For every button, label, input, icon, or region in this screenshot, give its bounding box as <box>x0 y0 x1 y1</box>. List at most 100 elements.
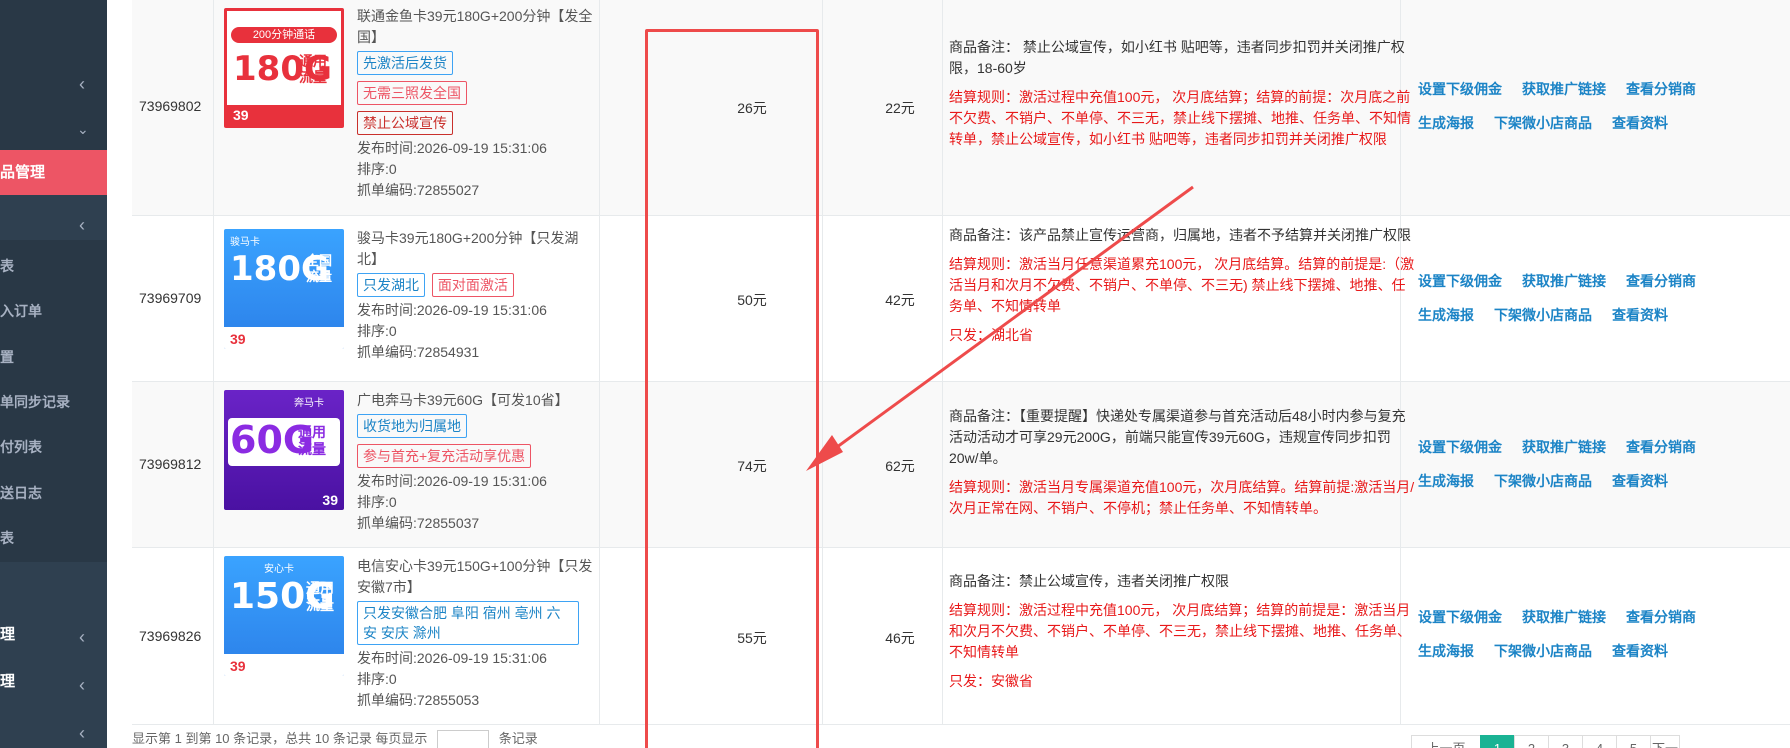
make-poster-link[interactable]: 生成海报 <box>1418 307 1474 323</box>
grab-code: 抓单编码:72855037 <box>357 515 480 531</box>
product-info: 骏马卡39元180G+200分钟【只发湖北】 只发湖北 面对面激活 发布时间:2… <box>357 228 597 363</box>
product-tag: 参与首充+复充活动享优惠 <box>357 444 532 468</box>
set-commission-link[interactable]: 设置下级佣金 <box>1418 439 1502 455</box>
chevron-left-icon[interactable]: ‹ <box>79 724 85 742</box>
make-poster-link[interactable]: 生成海报 <box>1418 115 1474 131</box>
row-id: 73969812 <box>139 456 202 472</box>
settlement-rule: 结算规则：激活当月任意渠道累充100元， 次月底结算。结算的前提是:（激活当月和… <box>949 256 1415 314</box>
product-name: 联通金鱼卡39元180G+200分钟【发全国】 <box>357 8 593 45</box>
chevron-left-icon[interactable]: ‹ <box>79 75 85 93</box>
get-link-link[interactable]: 获取推广链接 <box>1522 439 1606 455</box>
row-actions: 设置下级佣金 获取推广链接 查看分销商 生成海报 下架微小店商品 查看资料 <box>1418 72 1778 140</box>
page-4[interactable]: 4 <box>1582 735 1617 748</box>
view-info-link[interactable]: 查看资料 <box>1612 307 1668 323</box>
product-tag: 只发湖北 <box>357 273 425 297</box>
page-3[interactable]: 3 <box>1548 735 1583 748</box>
page-1[interactable]: 1 <box>1480 735 1515 748</box>
product-thumbnail: 奔马卡 60G 通用流量 39 <box>224 390 344 510</box>
chevron-left-icon[interactable]: ‹ <box>79 216 85 234</box>
sidebar-subitem-list[interactable]: 表 <box>0 256 14 276</box>
chevron-left-icon[interactable]: ‹ <box>79 676 85 694</box>
main-content: 73969802 200分钟通话 180G 通用流量 39 联通金鱼卡39元18… <box>107 0 1790 748</box>
make-poster-link[interactable]: 生成海报 <box>1418 473 1474 489</box>
sidebar-subitem-table[interactable]: 表 <box>0 528 14 548</box>
product-notes: 商品备注：【重要提醒】快递处专属渠道参与首充活动后48小时内参与复充活动活动才可… <box>949 406 1415 519</box>
sidebar-subitem-import-order[interactable]: 入订单 <box>0 301 42 321</box>
page-2[interactable]: 2 <box>1514 735 1549 748</box>
product-remark: 商品备注：【重要提醒】快递处专属渠道参与首充活动后48小时内参与复充活动活动才可… <box>949 408 1406 466</box>
grab-code: 抓单编码:72854931 <box>357 344 480 360</box>
per-page-suffix: 条记录 <box>498 731 538 746</box>
get-link-link[interactable]: 获取推广链接 <box>1522 273 1606 289</box>
sort-order: 排序:0 <box>357 494 397 510</box>
chevron-down-icon[interactable]: ⌄ <box>77 120 89 138</box>
unlist-shop-link[interactable]: 下架微小店商品 <box>1494 307 1592 323</box>
set-commission-link[interactable]: 设置下级佣金 <box>1418 273 1502 289</box>
row-id: 73969826 <box>139 628 202 644</box>
product-notes: 商品备注：该产品禁止宣传运营商，归属地，违者不予结算并关闭推广权限 结算规则：激… <box>949 225 1415 346</box>
page-next[interactable]: 下一页 <box>1650 735 1680 748</box>
per-page-select[interactable] <box>437 729 490 748</box>
settlement-amount: 42元 <box>885 292 915 308</box>
view-info-link[interactable]: 查看资料 <box>1612 643 1668 659</box>
product-tag: 只发安徽合肥 阜阳 宿州 亳州 六安 安庆 滁州 <box>357 601 579 645</box>
product-tag: 禁止公域宣传 <box>357 111 453 135</box>
view-distributor-link[interactable]: 查看分销商 <box>1626 81 1696 97</box>
publish-time: 发布时间:2026-09-19 15:31:06 <box>357 140 547 156</box>
set-commission-link[interactable]: 设置下级佣金 <box>1418 609 1502 625</box>
set-commission-link[interactable]: 设置下级佣金 <box>1418 81 1502 97</box>
view-distributor-link[interactable]: 查看分销商 <box>1626 439 1696 455</box>
chevron-left-icon[interactable]: ‹ <box>79 628 85 646</box>
product-tags: 先激活后发货 无需三照发全国 禁止公域宣传 <box>357 48 597 138</box>
publish-time: 发布时间:2026-09-19 15:31:06 <box>357 650 547 666</box>
highlight-box <box>645 29 819 748</box>
sort-order: 排序:0 <box>357 671 397 687</box>
unlist-shop-link[interactable]: 下架微小店商品 <box>1494 643 1592 659</box>
product-name: 广电奔马卡39元60G【可发10省】 <box>357 392 569 408</box>
get-link-link[interactable]: 获取推广链接 <box>1522 609 1606 625</box>
make-poster-link[interactable]: 生成海报 <box>1418 643 1474 659</box>
product-notes: 商品备注：禁止公域宣传，违者关闭推广权限 结算规则：激活过程中充值100元， 次… <box>949 571 1415 692</box>
sidebar-item-product-management[interactable]: 品管理 <box>0 150 107 195</box>
view-info-link[interactable]: 查看资料 <box>1612 473 1668 489</box>
view-distributor-link[interactable]: 查看分销商 <box>1626 609 1696 625</box>
sidebar-subitem-payment-list[interactable]: 付列表 <box>0 437 42 457</box>
settlement-rule: 结算规则：激活过程中充值100元， 次月底结算；结算的前提：次月底之前不欠费、不… <box>949 89 1411 147</box>
row-actions: 设置下级佣金 获取推广链接 查看分销商 生成海报 下架微小店商品 查看资料 <box>1418 600 1778 668</box>
product-thumbnail: 200分钟通话 180G 通用流量 39 <box>224 8 344 128</box>
get-link-link[interactable]: 获取推广链接 <box>1522 81 1606 97</box>
product-info: 广电奔马卡39元60G【可发10省】 收货地为归属地 参与首充+复充活动享优惠 … <box>357 390 597 534</box>
sidebar-top <box>0 0 107 150</box>
product-name: 骏马卡39元180G+200分钟【只发湖北】 <box>357 230 579 267</box>
record-summary: 显示第 1 到第 10 条记录，总共 10 条记录 每页显示 <box>132 731 428 746</box>
product-tag: 面对面激活 <box>431 273 514 297</box>
row-id: 73969709 <box>139 290 202 306</box>
page-prev[interactable]: 上一页 <box>1411 735 1481 748</box>
sidebar-section-2[interactable]: 理 <box>0 670 15 691</box>
ship-region: 只发：安徽省 <box>949 673 1033 689</box>
publish-time: 发布时间:2026-09-19 15:31:06 <box>357 302 547 318</box>
product-info: 电信安心卡39元150G+100分钟【只发安徽7市】 只发安徽合肥 阜阳 宿州 … <box>357 556 597 711</box>
unlist-shop-link[interactable]: 下架微小店商品 <box>1494 473 1592 489</box>
sidebar-subitem-order-sync-log[interactable]: 单同步记录 <box>0 392 70 412</box>
publish-time: 发布时间:2026-09-19 15:31:06 <box>357 473 547 489</box>
sidebar-section-1[interactable]: 理 <box>0 623 15 644</box>
unlist-shop-link[interactable]: 下架微小店商品 <box>1494 115 1592 131</box>
grab-code: 抓单编码:72855027 <box>357 182 480 198</box>
sidebar: ‹ ⌄ 品管理 ‹ 表 入订单 置 单同步记录 付列表 送日志 表 理 ‹ 理 … <box>0 0 107 748</box>
settlement-rule: 结算规则：激活过程中充值100元， 次月底结算；结算的前提是：激活当月和次月不欠… <box>949 602 1411 660</box>
row-id: 73969802 <box>139 98 202 114</box>
settlement-amount: 46元 <box>885 630 915 646</box>
table-row: 73969812 奔马卡 60G 通用流量 39 广电奔马卡39元60G【可发1… <box>132 382 1790 548</box>
view-distributor-link[interactable]: 查看分销商 <box>1626 273 1696 289</box>
product-info: 联通金鱼卡39元180G+200分钟【发全国】 先激活后发货 无需三照发全国 禁… <box>357 6 597 201</box>
view-info-link[interactable]: 查看资料 <box>1612 115 1668 131</box>
row-actions: 设置下级佣金 获取推广链接 查看分销商 生成海报 下架微小店商品 查看资料 <box>1418 430 1778 498</box>
sidebar-subitem-settings[interactable]: 置 <box>0 347 14 367</box>
product-tags: 收货地为归属地 参与首充+复充活动享优惠 <box>357 411 597 471</box>
sidebar-subitem-send-log[interactable]: 送日志 <box>0 483 42 503</box>
product-tag: 收货地为归属地 <box>357 414 467 438</box>
page-5[interactable]: 5 <box>1616 735 1651 748</box>
settlement-amount: 62元 <box>885 458 915 474</box>
product-notes: 商品备注： 禁止公域宣传，如小红书 贴吧等，违者同步扣罚并关闭推广权限，18-6… <box>949 37 1415 150</box>
